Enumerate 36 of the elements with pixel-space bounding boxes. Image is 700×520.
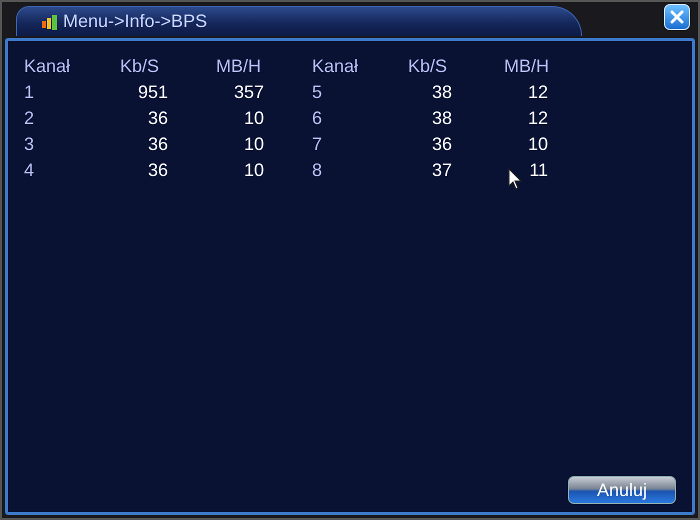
close-button[interactable]	[664, 4, 690, 30]
table-cell: 37	[432, 159, 452, 181]
column-header: Kb/S	[120, 55, 160, 77]
table-cell: 12	[528, 107, 548, 129]
table-cell: 10	[244, 133, 264, 155]
column-header: Kanał	[24, 55, 72, 77]
table-cell: 38	[432, 81, 452, 103]
cursor-icon	[508, 168, 522, 190]
table-cell-text: 3	[24, 133, 36, 155]
table-cell: 10	[528, 133, 548, 155]
column-header: Kanał	[312, 55, 360, 77]
table-cell-text: 2	[24, 107, 36, 129]
table-cell-text: 5	[312, 81, 324, 103]
table-cell: 36	[432, 133, 452, 155]
table-cell: 36	[148, 159, 168, 181]
table-cell: 10	[244, 107, 264, 129]
table-cell: 357	[234, 81, 264, 103]
column-header: MB/H	[216, 55, 262, 77]
table-cell-text: 1	[24, 81, 36, 103]
table-cell: 12	[528, 81, 548, 103]
table-cell-text: 4	[24, 159, 36, 181]
table-cell-text: 7	[312, 133, 324, 155]
table-cell: 38	[432, 107, 452, 129]
column-header: MB/H	[504, 55, 550, 77]
table-cell: 11	[529, 159, 548, 181]
column-header: Kb/S	[408, 55, 448, 77]
bars-icon	[41, 12, 59, 30]
cancel-button[interactable]: Anuluj	[568, 476, 676, 504]
table-cell-text: 8	[312, 159, 324, 181]
table-cell: 10	[244, 159, 264, 181]
close-icon	[670, 10, 684, 24]
table-cell: 36	[148, 107, 168, 129]
table-cell: 36	[148, 133, 168, 155]
table-cell: 951	[138, 81, 168, 103]
window-title: Menu->Info->BPS	[63, 11, 208, 32]
table-cell-text: 6	[312, 107, 324, 129]
